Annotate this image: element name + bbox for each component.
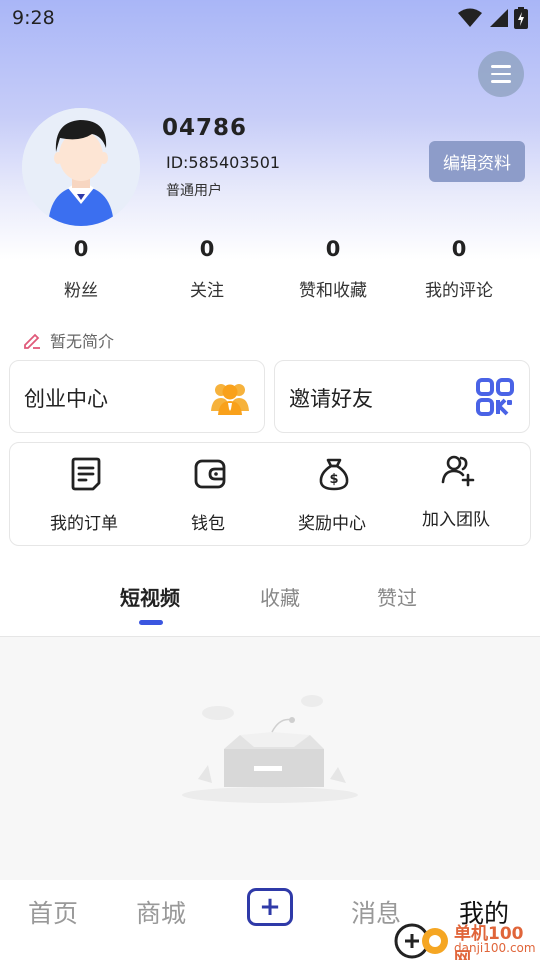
stat-label: 我的评论 [425,281,493,301]
stat-label: 粉丝 [64,281,98,301]
my-orders-label: 我的订单 [50,514,118,534]
username: 04786 [162,115,248,141]
stat-value: 0 [199,237,215,261]
active-tab-indicator [139,620,163,625]
menu-button[interactable] [478,51,524,97]
stat-followers[interactable]: 0 粉丝 [18,232,144,312]
wallet-button[interactable]: 钱包 [146,443,270,547]
plus-icon: + [259,892,281,922]
money-bag-icon: $ [319,458,349,491]
stat-value: 0 [325,237,341,261]
stat-value: 0 [451,237,467,261]
order-icon [71,457,101,491]
status-time: 9:28 [12,7,55,29]
stat-following[interactable]: 0 关注 [144,232,270,312]
tab-favorites[interactable]: 收藏 [260,582,300,611]
content-tabs: 短视频 收藏 赞过 [0,570,540,630]
empty-box-illustration [182,695,358,803]
avatar[interactable] [22,108,140,226]
stat-my-comments[interactable]: 0 我的评论 [396,232,522,312]
status-icons [458,7,528,29]
watermark: 单机100网 danji100.com [392,917,540,960]
reward-center-label: 奖励中心 [298,514,366,534]
watermark-url: danji100.com [454,941,536,955]
my-orders-button[interactable]: 我的订单 [22,443,146,547]
watermark-logo-icon [394,923,448,959]
services-card: 我的订单 钱包 $ 奖励中心 加入团队 [9,442,531,546]
wallet-icon [194,459,226,489]
wallet-label: 钱包 [191,514,225,534]
stats-row: 0 粉丝 0 关注 0 赞和收藏 0 我的评论 [0,232,540,312]
stat-value: 0 [73,237,89,261]
qr-code-icon [476,378,514,416]
edit-profile-button[interactable]: 编辑资料 [429,141,525,182]
business-center-card[interactable]: 创业中心 [9,360,265,433]
stat-label: 关注 [190,281,224,301]
create-post-button[interactable]: + [247,888,293,926]
add-user-icon [441,455,475,487]
invite-friends-label: 邀请好友 [289,387,373,411]
pencil-icon [24,333,40,349]
stat-likes-favorites[interactable]: 0 赞和收藏 [270,232,396,312]
video-list-empty [0,637,540,880]
team-icon [211,384,249,415]
user-type: 普通用户 [166,183,222,199]
stat-label: 赞和收藏 [299,281,367,301]
bio[interactable]: 暂无简介 [22,328,114,352]
avatar-illustration [22,108,140,226]
tab-liked[interactable]: 赞过 [377,582,417,611]
business-center-label: 创业中心 [24,387,108,411]
menu-icon [491,65,511,68]
status-bar: 9:28 [0,0,540,36]
svg-text:$: $ [329,472,338,487]
battery-icon [514,7,528,29]
bio-text: 暂无简介 [50,332,115,351]
nav-home[interactable]: 首页 [28,894,78,930]
signal-icon [490,9,508,27]
invite-friends-card[interactable]: 邀请好友 [274,360,530,433]
wifi-icon [458,8,482,27]
reward-center-button[interactable]: $ 奖励中心 [270,443,394,547]
join-team-label: 加入团队 [422,510,490,530]
nav-mall[interactable]: 商城 [136,894,186,930]
join-team-button[interactable]: 加入团队 [394,443,518,547]
tab-short-video[interactable]: 短视频 [120,582,180,611]
user-id: ID:585403501 [166,153,281,172]
